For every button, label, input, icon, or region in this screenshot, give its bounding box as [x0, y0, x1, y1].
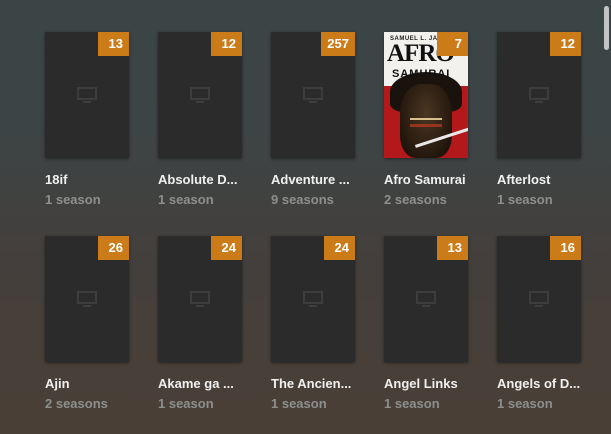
item-subtitle: 1 season [384, 396, 440, 411]
library-item-adventure-time[interactable]: 257 Adventure ... 9 seasons [271, 32, 355, 208]
item-subtitle: 1 season [45, 192, 101, 207]
item-title[interactable]: Ajin [45, 376, 129, 392]
episode-count-badge: 257 [321, 32, 355, 56]
poster[interactable]: 16 [497, 236, 581, 362]
tv-icon [529, 291, 549, 307]
poster-logo-subtext: SAMURAI [392, 68, 451, 80]
item-title[interactable]: Afro Samurai [384, 172, 468, 188]
poster[interactable]: 13 [45, 32, 129, 158]
tv-icon [190, 291, 210, 307]
library-item-18if[interactable]: 13 18if 1 season [45, 32, 129, 208]
item-title[interactable]: Angel Links [384, 376, 468, 392]
item-subtitle: 1 season [158, 192, 214, 207]
library-item-afterlost[interactable]: 12 Afterlost 1 season [497, 32, 581, 208]
item-subtitle: 2 seasons [45, 396, 108, 411]
poster[interactable]: 24 [158, 236, 242, 362]
episode-count-badge: 12 [550, 32, 581, 56]
episode-count-badge: 12 [211, 32, 242, 56]
library-item-ajin[interactable]: 26 Ajin 2 seasons [45, 236, 129, 412]
item-title[interactable]: Absolute D... [158, 172, 242, 188]
poster[interactable]: 257 [271, 32, 355, 158]
poster[interactable]: 12 [158, 32, 242, 158]
tv-icon [416, 291, 436, 307]
tv-icon [77, 87, 97, 103]
item-subtitle: 1 season [158, 396, 214, 411]
item-title[interactable]: Adventure ... [271, 172, 355, 188]
episode-count-badge: 26 [98, 236, 129, 260]
item-title[interactable]: Afterlost [497, 172, 581, 188]
library-item-angels-of-death[interactable]: 16 Angels of D... 1 season [497, 236, 581, 412]
item-subtitle: 2 seasons [384, 192, 447, 207]
episode-count-badge: 24 [324, 236, 355, 260]
vertical-scrollbar[interactable] [604, 6, 609, 50]
tv-icon [190, 87, 210, 103]
library-item-absolute-duo[interactable]: 12 Absolute D... 1 season [158, 32, 242, 208]
item-subtitle: 9 seasons [271, 192, 334, 207]
poster[interactable]: 26 [45, 236, 129, 362]
tv-icon [303, 291, 323, 307]
tv-icon [303, 87, 323, 103]
poster[interactable]: 12 [497, 32, 581, 158]
episode-count-badge: 7 [437, 32, 468, 56]
item-title[interactable]: The Ancien... [271, 376, 355, 392]
library-grid: 13 18if 1 season 12 Absolute D... 1 seas… [0, 0, 611, 434]
library-item-the-ancient[interactable]: 24 The Ancien... 1 season [271, 236, 355, 412]
library-item-akame-ga-kill[interactable]: 24 Akame ga ... 1 season [158, 236, 242, 412]
item-subtitle: 1 season [497, 192, 553, 207]
episode-count-badge: 24 [211, 236, 242, 260]
poster[interactable]: 13 [384, 236, 468, 362]
tv-icon [77, 291, 97, 307]
poster[interactable]: 24 [271, 236, 355, 362]
episode-count-badge: 13 [437, 236, 468, 260]
episode-count-badge: 13 [98, 32, 129, 56]
item-title[interactable]: Angels of D... [497, 376, 581, 392]
item-subtitle: 1 season [497, 396, 553, 411]
tv-icon [529, 87, 549, 103]
poster[interactable]: SAMUEL L. JACKSON AFRO SAMURAI 7 [384, 32, 468, 158]
item-title[interactable]: Akame ga ... [158, 376, 242, 392]
library-item-angel-links[interactable]: 13 Angel Links 1 season [384, 236, 468, 412]
library-item-afro-samurai[interactable]: SAMUEL L. JACKSON AFRO SAMURAI 7 Afro Sa… [384, 32, 468, 208]
episode-count-badge: 16 [550, 236, 581, 260]
item-subtitle: 1 season [271, 396, 327, 411]
item-title[interactable]: 18if [45, 172, 129, 188]
